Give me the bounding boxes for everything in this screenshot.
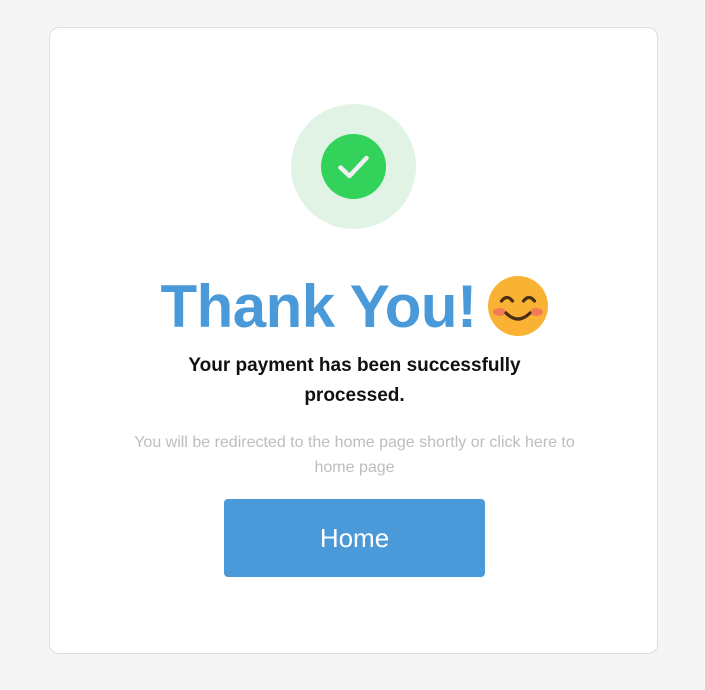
success-badge <box>291 104 416 229</box>
checkmark-circle-icon <box>321 134 386 199</box>
payment-success-message: Your payment has been successfully proce… <box>188 355 521 406</box>
title-row: Thank You! <box>50 272 659 342</box>
checkmark-icon <box>338 155 369 179</box>
home-button[interactable]: Home <box>224 499 485 577</box>
page-title: Thank You! <box>160 273 477 340</box>
smiling-face-emoji-icon <box>487 276 548 336</box>
confirmation-card: Thank You! Your payment has been success… <box>49 27 658 654</box>
redirect-note: You will be redirected to the home page … <box>134 434 575 476</box>
